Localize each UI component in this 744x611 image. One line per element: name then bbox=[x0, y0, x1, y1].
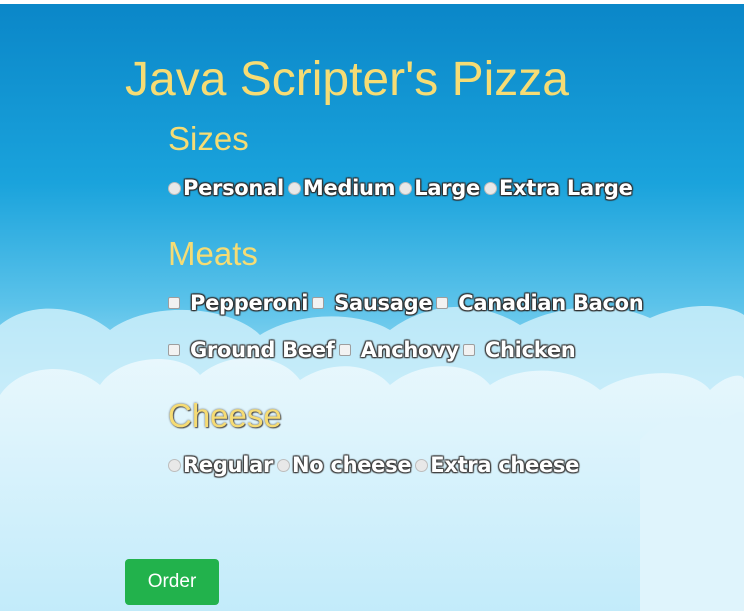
meat-label-canadian-bacon: Canadian Bacon bbox=[458, 291, 644, 315]
meats-row-2: Ground Beef Anchovy Chicken bbox=[168, 338, 579, 362]
cheese-radio-no-cheese[interactable] bbox=[277, 458, 291, 472]
meat-option-pepperoni[interactable]: Pepperoni bbox=[168, 291, 308, 315]
meat-option-canadian-bacon[interactable]: Canadian Bacon bbox=[436, 291, 644, 315]
size-label-extra-large: Extra Large bbox=[498, 176, 633, 200]
sizes-options: Personal Medium Large Extra Large bbox=[168, 176, 637, 200]
size-label-large: Large bbox=[414, 176, 480, 200]
size-label-medium: Medium bbox=[302, 176, 396, 200]
meats-heading: Meats bbox=[168, 235, 258, 272]
size-radio-personal[interactable] bbox=[168, 181, 181, 195]
meat-option-ground-beef[interactable]: Ground Beef bbox=[168, 338, 335, 362]
cheese-option-regular[interactable]: Regular bbox=[168, 453, 273, 477]
size-radio-extra-large[interactable] bbox=[483, 181, 497, 195]
cheese-options: Regular No cheese Extra cheese bbox=[168, 453, 583, 477]
meat-option-sausage[interactable]: Sausage bbox=[312, 291, 433, 315]
cheese-radio-regular[interactable] bbox=[168, 458, 181, 472]
order-button[interactable]: Order bbox=[125, 559, 219, 605]
meat-checkbox-anchovy[interactable] bbox=[338, 344, 351, 356]
meat-label-anchovy: Anchovy bbox=[360, 338, 460, 362]
meat-label-sausage: Sausage bbox=[334, 291, 433, 315]
size-option-medium[interactable]: Medium bbox=[287, 176, 396, 200]
cheese-heading: Cheese bbox=[168, 397, 282, 434]
meat-checkbox-canadian-bacon[interactable] bbox=[436, 297, 449, 309]
cheese-label-extra-cheese: Extra cheese bbox=[430, 453, 580, 477]
size-radio-medium[interactable] bbox=[287, 181, 301, 195]
size-radio-large[interactable] bbox=[399, 181, 413, 195]
meat-label-chicken: Chicken bbox=[484, 338, 576, 362]
meat-label-pepperoni: Pepperoni bbox=[190, 291, 309, 315]
meat-label-ground-beef: Ground Beef bbox=[190, 338, 335, 362]
cheese-label-regular: Regular bbox=[183, 453, 274, 477]
size-option-personal[interactable]: Personal bbox=[168, 176, 284, 200]
meat-option-anchovy[interactable]: Anchovy bbox=[338, 338, 460, 362]
size-option-extra-large[interactable]: Extra Large bbox=[483, 176, 633, 200]
cheese-option-extra-cheese[interactable]: Extra cheese bbox=[415, 453, 579, 477]
meats-row-1: Pepperoni Sausage Canadian Bacon bbox=[168, 291, 647, 315]
page-title: Java Scripter's Pizza bbox=[125, 53, 569, 106]
meat-checkbox-chicken[interactable] bbox=[462, 344, 475, 356]
meat-checkbox-sausage[interactable] bbox=[312, 297, 325, 309]
size-option-large[interactable]: Large bbox=[399, 176, 480, 200]
cheese-option-no-cheese[interactable]: No cheese bbox=[277, 453, 412, 477]
size-label-personal: Personal bbox=[183, 176, 284, 200]
cheese-label-no-cheese: No cheese bbox=[292, 453, 412, 477]
meat-checkbox-pepperoni[interactable] bbox=[168, 297, 180, 309]
sizes-heading: Sizes bbox=[168, 120, 249, 157]
meat-checkbox-ground-beef[interactable] bbox=[168, 344, 180, 356]
meat-option-chicken[interactable]: Chicken bbox=[462, 338, 576, 362]
cheese-radio-extra-cheese[interactable] bbox=[415, 458, 429, 472]
